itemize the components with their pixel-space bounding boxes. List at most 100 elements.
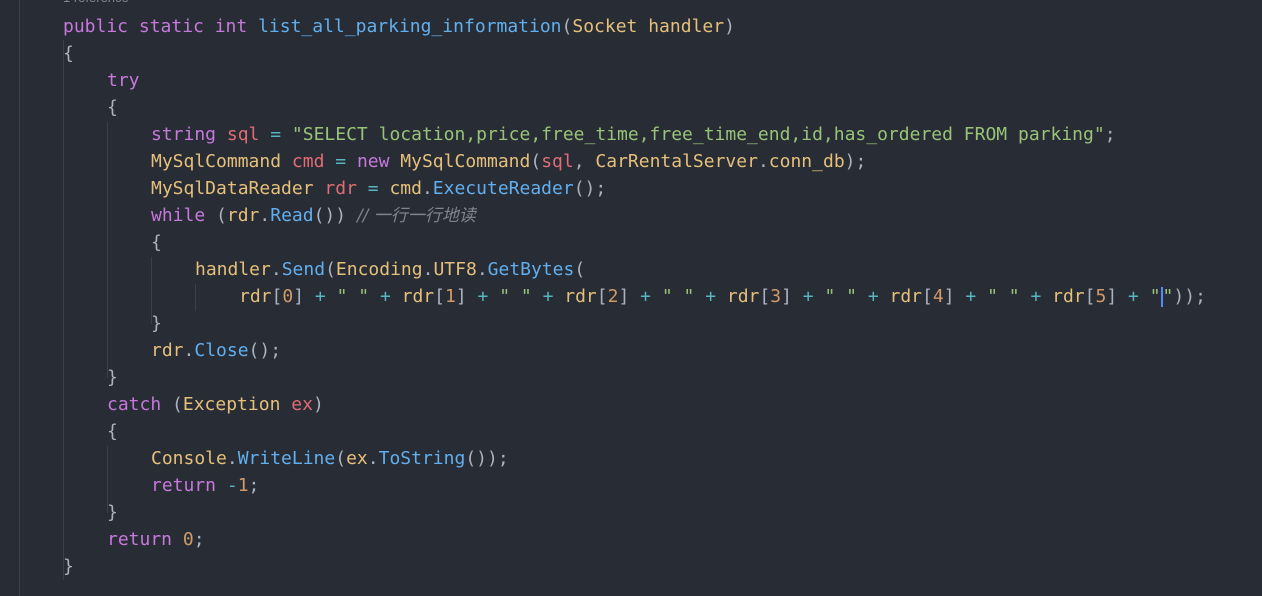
code-line[interactable]: rdr[0] + " " + rdr[1] + " " + rdr[2] + "… [239, 283, 1206, 310]
code-line[interactable]: } [63, 553, 74, 580]
code-token: " [1162, 286, 1174, 307]
code-token: sql [226, 124, 271, 145]
code-token: // 一行一行地读 [356, 206, 476, 226]
code-token: UTF8 [433, 259, 477, 280]
code-line[interactable]: string sql = "SELECT location,price,free… [151, 121, 1116, 148]
code-token: rdr [726, 286, 760, 307]
code-token: conn_db [768, 151, 845, 172]
code-token: ) [724, 16, 735, 37]
code-line[interactable]: Console.WriteLine(ex.ToString()); [151, 445, 509, 472]
code-token: . [757, 151, 769, 172]
code-token: ] [293, 286, 315, 307]
code-line[interactable]: } [107, 364, 118, 391]
code-token: rdr [401, 286, 435, 307]
code-token: } [107, 367, 118, 388]
code-token: . [421, 178, 433, 199]
code-token: rdr [151, 340, 184, 361]
code-token: + [965, 286, 988, 307]
code-token: return [151, 475, 227, 496]
code-line[interactable]: MySqlCommand cmd = new MySqlCommand(sql,… [151, 148, 866, 175]
code-token: new [356, 151, 401, 172]
code-token: { [107, 97, 118, 118]
code-token: rdr [239, 286, 272, 307]
code-token: + [1128, 286, 1150, 307]
code-line[interactable]: { [107, 94, 118, 121]
code-token: " " [987, 286, 1031, 307]
code-token: 3 [770, 286, 782, 307]
code-token: = [367, 178, 390, 199]
code-token: , [573, 151, 596, 172]
code-token: MySqlCommand [400, 151, 531, 172]
code-token: static [138, 16, 215, 37]
code-token: 0 [282, 286, 294, 307]
code-token: [ [759, 286, 771, 307]
code-token: + [1030, 286, 1053, 307]
code-token: cmd [389, 178, 422, 199]
code-line[interactable]: } [151, 310, 162, 337]
code-token: )); [1173, 286, 1206, 307]
code-token: + [640, 286, 662, 307]
indent-guide [19, 0, 20, 596]
code-token: Close [194, 340, 249, 361]
code-editor[interactable]: 1 reference public static int list_all_p… [0, 0, 1262, 596]
code-line[interactable]: { [63, 40, 74, 67]
code-token: " " [336, 286, 380, 307]
code-line[interactable]: catch (Exception ex) [107, 391, 324, 418]
code-token: = [335, 151, 357, 172]
code-token: . [226, 448, 238, 469]
code-token: - [226, 475, 238, 496]
indent-guide [107, 122, 108, 378]
code-token: return [107, 529, 183, 550]
code-token: rdr [324, 178, 368, 199]
code-token: { [107, 421, 118, 442]
code-token: ) [312, 394, 324, 415]
code-token: ] [943, 286, 966, 307]
code-token: " " [824, 286, 868, 307]
code-token: Exception [182, 394, 292, 415]
indent-guide [195, 284, 196, 311]
code-token: + [705, 286, 727, 307]
code-token: ( [574, 259, 586, 280]
code-token: { [63, 43, 74, 64]
code-token: . [183, 340, 195, 361]
code-token: Socket [572, 16, 649, 37]
code-token: rdr [889, 286, 923, 307]
code-token: list_all_parking_information [258, 16, 562, 37]
code-token: WriteLine [237, 448, 336, 469]
code-token: ( [561, 16, 573, 37]
code-token: ; [248, 475, 260, 496]
code-token: ( [172, 394, 183, 415]
code-token: string [151, 124, 227, 145]
code-token: ( [216, 205, 227, 226]
code-line[interactable]: return 0; [107, 526, 205, 553]
code-token: Encoding [335, 259, 423, 280]
code-line[interactable]: handler.Send(Encoding.UTF8.GetBytes( [195, 256, 585, 283]
references-codelens[interactable]: 1 reference [63, 0, 129, 8]
code-token: + [802, 286, 825, 307]
code-token: ( [335, 448, 347, 469]
code-line[interactable]: } [107, 499, 118, 526]
code-line[interactable]: { [151, 229, 162, 256]
code-token: ); [844, 151, 867, 172]
code-token: Send [281, 259, 326, 280]
code-line[interactable]: MySqlDataReader rdr = cmd.ExecuteReader(… [151, 175, 606, 202]
code-line[interactable]: rdr.Close(); [151, 337, 281, 364]
code-line[interactable]: { [107, 418, 118, 445]
code-token: try [107, 70, 140, 91]
code-token: ExecuteReader [432, 178, 574, 199]
code-line[interactable]: try [107, 67, 140, 94]
code-line[interactable]: public static int list_all_parking_infor… [63, 13, 735, 40]
code-token: while [151, 205, 217, 226]
code-token: int [214, 16, 259, 37]
code-line[interactable]: return -1; [151, 472, 259, 499]
code-token: = [270, 124, 292, 145]
code-token: + [379, 286, 402, 307]
code-token: Console [151, 448, 227, 469]
code-token: " " [499, 286, 543, 307]
code-token: [ [271, 286, 283, 307]
code-token: Read [270, 205, 314, 226]
code-token: ] [781, 286, 803, 307]
code-token: ex [346, 448, 368, 469]
code-line[interactable]: while (rdr.Read()) // 一行一行地读 [151, 202, 476, 229]
code-token: [ [434, 286, 445, 307]
